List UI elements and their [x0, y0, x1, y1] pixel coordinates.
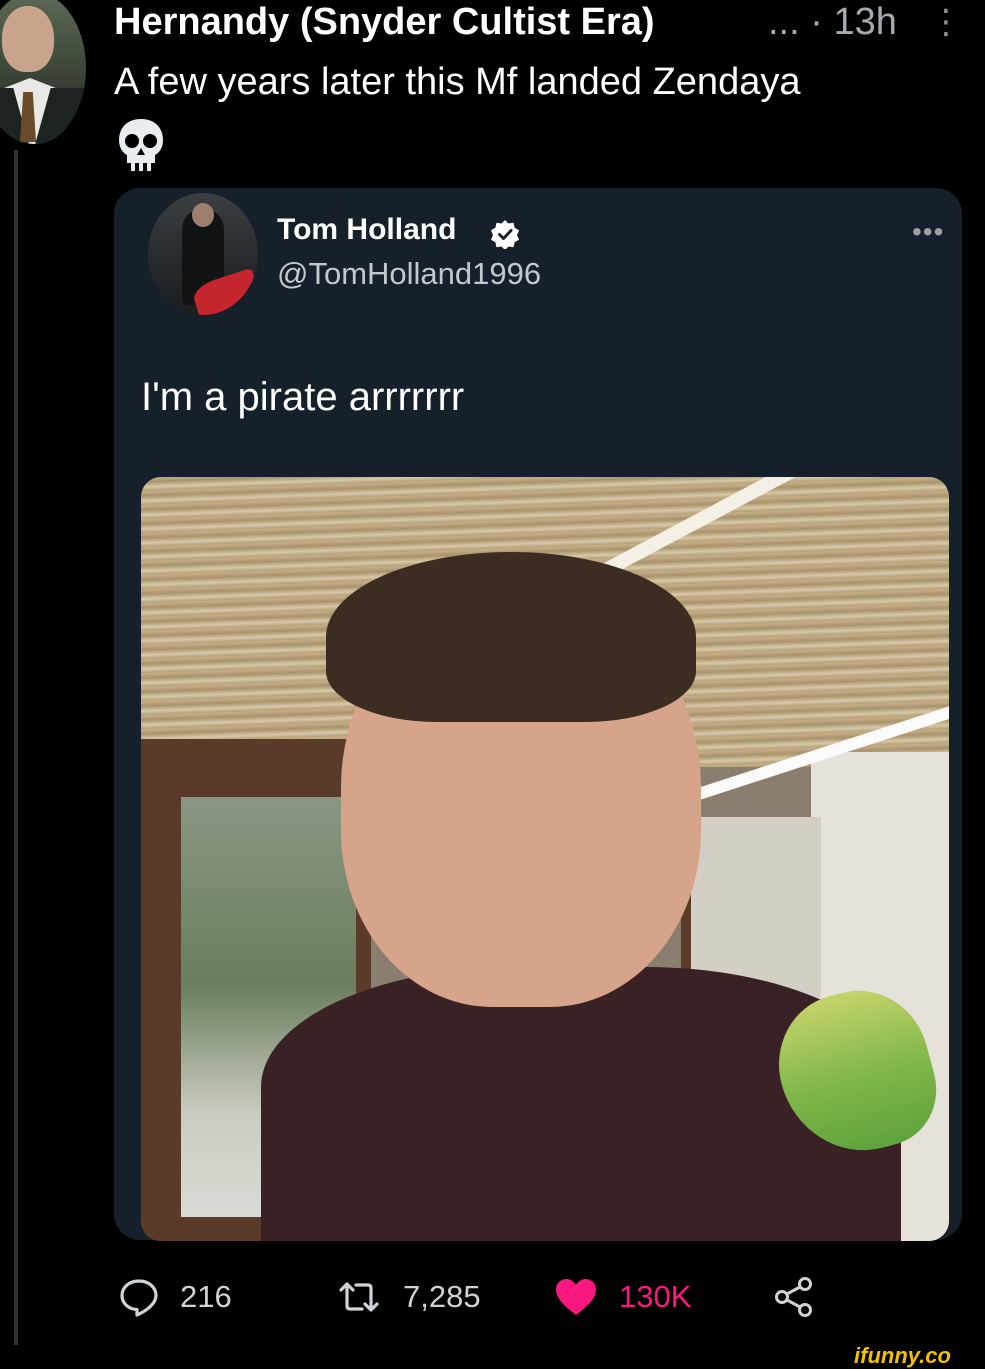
avatar-head-shape: [2, 6, 54, 72]
reply-icon: [120, 1279, 158, 1317]
thread-line: [14, 150, 18, 1345]
author-display-name[interactable]: Hernandy (Snyder Cultist Era): [114, 0, 655, 44]
retweet-count: 7,285: [403, 1279, 481, 1314]
retweet-icon: [339, 1282, 379, 1312]
share-icon: [775, 1277, 812, 1317]
author-avatar[interactable]: [0, 0, 86, 144]
tweet-text: A few years later this Mf landed Zendaya: [114, 61, 801, 103]
like-button[interactable]: 130K: [553, 1272, 691, 1322]
quoted-display-name[interactable]: Tom Holland: [277, 213, 456, 247]
quoted-author-avatar[interactable]: [148, 193, 258, 315]
more-options-icon[interactable]: ⋮: [929, 2, 963, 42]
ifunny-watermark: ifunny.co: [854, 1343, 951, 1368]
avatar-face-shape: [192, 203, 214, 227]
quoted-tweet-text: I'm a pirate arrrrrrr: [141, 375, 465, 419]
skull-emoji-icon: [119, 119, 163, 171]
retweet-button[interactable]: 7,285: [335, 1272, 481, 1322]
action-bar: 216 7,285 130K: [0, 1272, 985, 1322]
quoted-tweet-photo[interactable]: [141, 477, 949, 1241]
tweet-timestamp: ... · 13h: [768, 1, 897, 43]
share-button[interactable]: [772, 1272, 836, 1322]
like-count: 130K: [619, 1279, 692, 1314]
quoted-handle[interactable]: @TomHolland1996: [277, 256, 541, 292]
reply-button[interactable]: 216: [118, 1272, 232, 1322]
reply-count: 216: [180, 1279, 232, 1314]
photo-hair-shape: [326, 552, 696, 722]
heart-icon: [556, 1279, 596, 1315]
quoted-more-icon[interactable]: •••: [912, 216, 944, 248]
verified-badge-icon: [491, 220, 519, 249]
